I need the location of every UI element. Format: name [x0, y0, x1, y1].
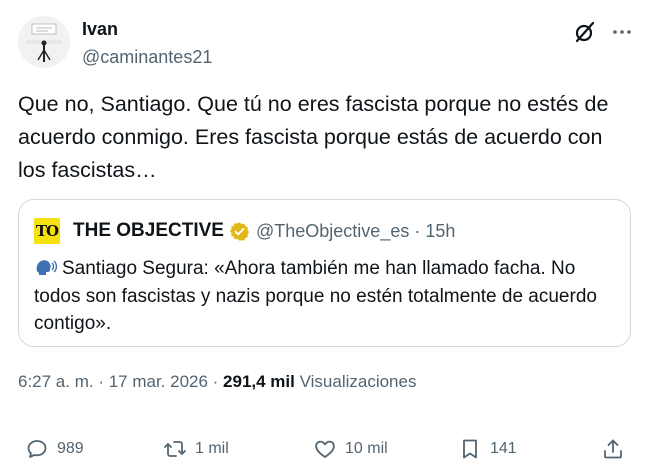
bookmark-button[interactable]: 141: [458, 437, 517, 461]
avatar-image: [18, 16, 70, 68]
like-count: 10 mil: [345, 440, 388, 457]
tweet-text: Que no, Santiago. Que tú no eres fascist…: [18, 92, 609, 182]
views-count: 291,4 mil: [223, 372, 295, 391]
quoted-tweet-text-container: Santiago Segura: «Ahora también me han l…: [34, 255, 619, 338]
quoted-account-logo: TO: [34, 218, 60, 244]
heart-icon: [315, 440, 335, 458]
reply-button[interactable]: 989: [25, 437, 84, 461]
author-name[interactable]: Ivan: [82, 19, 118, 40]
repost-count: 1 mil: [195, 440, 229, 457]
share-button[interactable]: [601, 437, 633, 461]
more-icon[interactable]: [610, 20, 634, 44]
like-button[interactable]: 10 mil: [313, 437, 388, 461]
quoted-handle-time: @TheObjective_es · 15h: [256, 221, 456, 241]
grok-icon[interactable]: [573, 20, 597, 44]
verified-badge-icon: [229, 221, 250, 242]
reply-icon: [27, 440, 47, 458]
tweet-timestamp[interactable]: 6:27 a. m. · 17 mar. 2026 ·: [18, 372, 223, 391]
avatar[interactable]: [18, 16, 70, 68]
share-icon: [604, 439, 622, 459]
repost-button[interactable]: 1 mil: [163, 437, 229, 461]
quoted-tweet[interactable]: TO THE OBJECTIVE @TheObjective_es · 15h …: [18, 199, 631, 347]
quoted-tweet-text: Santiago Segura: «Ahora también me han l…: [34, 258, 597, 334]
tweet-meta: 6:27 a. m. · 17 mar. 2026 · 291,4 mil Vi…: [18, 372, 416, 392]
bookmark-icon: [463, 439, 477, 459]
quoted-account-name: THE OBJECTIVE: [73, 220, 224, 241]
views-label: Visualizaciones: [294, 372, 417, 391]
author-handle[interactable]: @caminantes21: [82, 47, 212, 68]
speaking-head-icon: [34, 257, 58, 277]
repost-icon: [164, 441, 186, 457]
reply-count: 989: [57, 440, 84, 457]
bookmark-count: 141: [490, 440, 517, 457]
